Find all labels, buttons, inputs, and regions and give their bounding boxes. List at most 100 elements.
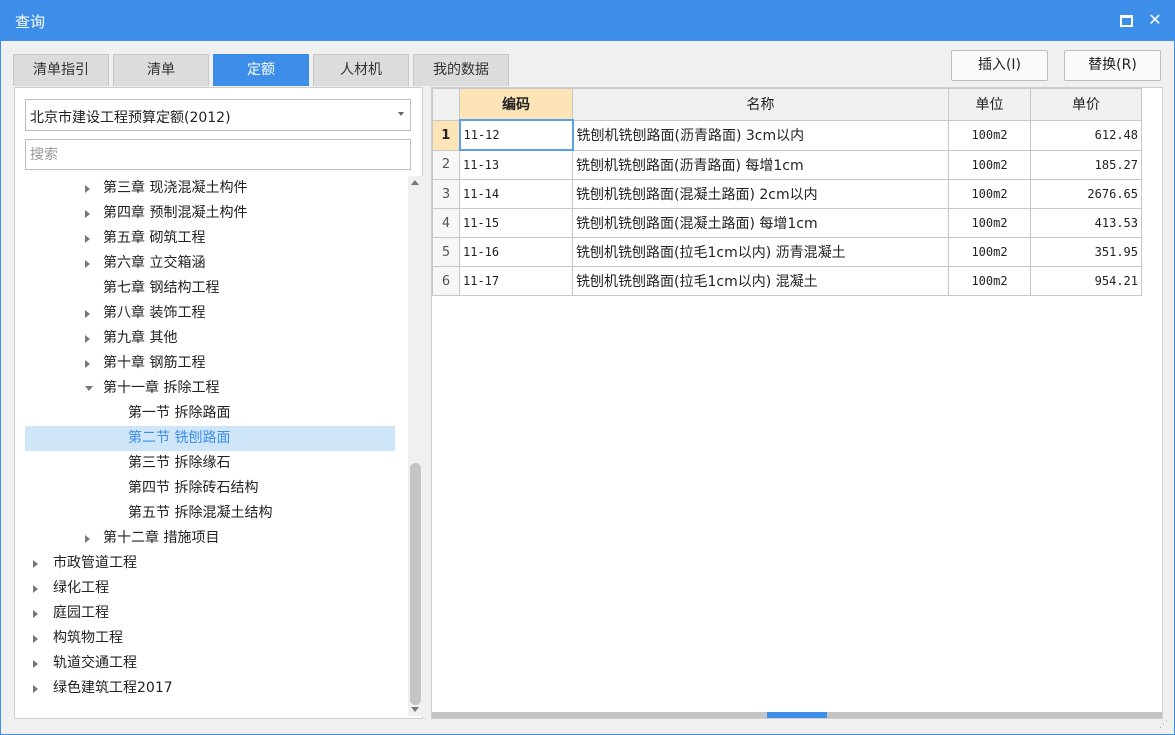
- code-cell[interactable]: 11-12: [458, 119, 574, 151]
- tab-list[interactable]: 清单: [113, 54, 209, 86]
- price-cell[interactable]: 2676.65: [1030, 179, 1142, 209]
- name-cell[interactable]: 铣刨机铣刨路面(混凝土路面) 2cm以内: [572, 179, 949, 209]
- price-cell[interactable]: 351.95: [1030, 237, 1142, 267]
- tree-item[interactable]: 市政管道工程: [25, 551, 395, 576]
- tree-item[interactable]: 绿色建筑工程2017: [25, 676, 395, 701]
- tree-item[interactable]: 轨道交通工程: [25, 651, 395, 676]
- close-button[interactable]: ✕: [1144, 9, 1166, 31]
- search-input[interactable]: [25, 139, 411, 170]
- collapsed-arrow-icon[interactable]: [85, 260, 90, 268]
- insert-button[interactable]: 插入(I): [951, 50, 1048, 81]
- name-cell[interactable]: 铣刨机铣刨路面(沥青路面) 每增1cm: [572, 149, 949, 180]
- table-row[interactable]: 5 11-16 铣刨机铣刨路面(拉毛1cm以内) 沥青混凝土 100m2 351.95: [432, 237, 1142, 267]
- price-cell[interactable]: 185.27: [1030, 149, 1142, 180]
- window-title: 查询: [15, 13, 46, 31]
- row-number-cell[interactable]: 3: [432, 179, 460, 209]
- tree-item[interactable]: 第五章 砌筑工程: [25, 226, 395, 251]
- collapsed-arrow-icon[interactable]: [85, 335, 90, 343]
- tree-item[interactable]: 第四章 预制混凝土构件: [25, 201, 395, 226]
- table-row[interactable]: 4 11-15 铣刨机铣刨路面(混凝土路面) 每增1cm 100m2 413.53: [432, 208, 1142, 238]
- table-row[interactable]: 2 11-13 铣刨机铣刨路面(沥青路面) 每增1cm 100m2 185.27: [432, 149, 1142, 180]
- table-row[interactable]: 6 11-17 铣刨机铣刨路面(拉毛1cm以内) 混凝土 100m2 954.21: [432, 266, 1142, 296]
- quota-grid-panel: 编码 名称 单位 单价 1 11-12 铣刨机铣刨路面(沥青路面) 3cm以内 100…: [431, 87, 1163, 719]
- row-number-cell[interactable]: 5: [432, 237, 460, 267]
- collapsed-arrow-icon[interactable]: [33, 635, 38, 643]
- name-cell[interactable]: 铣刨机铣刨路面(拉毛1cm以内) 沥青混凝土: [572, 237, 949, 267]
- collapsed-arrow-icon[interactable]: [33, 610, 38, 618]
- unit-cell[interactable]: 100m2: [948, 266, 1031, 296]
- code-cell[interactable]: 11-16: [459, 237, 573, 267]
- code-cell[interactable]: 11-15: [459, 208, 573, 238]
- collapsed-arrow-icon[interactable]: [85, 235, 90, 243]
- row-number-cell[interactable]: 1: [432, 119, 460, 151]
- collapsed-arrow-icon[interactable]: [85, 210, 90, 218]
- unit-cell[interactable]: 100m2: [948, 208, 1031, 238]
- unit-cell[interactable]: 100m2: [948, 237, 1031, 267]
- tree-item[interactable]: 庭园工程: [25, 601, 395, 626]
- tree-item[interactable]: 第九章 其他: [25, 326, 395, 351]
- table-row[interactable]: 3 11-14 铣刨机铣刨路面(混凝土路面) 2cm以内 100m2 2676.65: [432, 179, 1142, 209]
- title-bar: 查询 ✕: [1, 1, 1174, 41]
- name-cell[interactable]: 铣刨机铣刨路面(沥青路面) 3cm以内: [572, 119, 949, 151]
- tree-item[interactable]: 第四节 拆除砖石结构: [25, 476, 395, 501]
- tree-item[interactable]: 绿化工程: [25, 576, 395, 601]
- tree-item-label: 第一节 拆除路面: [128, 405, 231, 421]
- tree-item[interactable]: 第一节 拆除路面: [25, 401, 395, 426]
- unit-cell[interactable]: 100m2: [948, 149, 1031, 180]
- column-header-price[interactable]: 单价: [1030, 88, 1142, 121]
- tree-item[interactable]: 第十二章 措施项目: [25, 526, 395, 551]
- table-row[interactable]: 1 11-12 铣刨机铣刨路面(沥青路面) 3cm以内 100m2 612.48: [432, 119, 1142, 151]
- code-cell[interactable]: 11-13: [459, 149, 573, 180]
- price-cell[interactable]: 612.48: [1030, 119, 1142, 151]
- tree-item[interactable]: 第十一章 拆除工程: [25, 376, 395, 401]
- tree-item[interactable]: 第五节 拆除混凝土结构: [25, 501, 395, 526]
- collapsed-arrow-icon[interactable]: [33, 560, 38, 568]
- tree-item[interactable]: 第二节 铣刨路面: [25, 426, 395, 451]
- tree-item[interactable]: 第七章 钢结构工程: [25, 276, 395, 301]
- column-header-code[interactable]: 编码: [459, 88, 573, 121]
- row-number-cell[interactable]: 4: [432, 208, 460, 238]
- tree-item-label: 第四章 预制混凝土构件: [103, 205, 248, 221]
- code-cell[interactable]: 11-14: [459, 179, 573, 209]
- tree-item[interactable]: 构筑物工程: [25, 626, 395, 651]
- scrollbar-thumb[interactable]: [410, 463, 421, 705]
- tab-my-data[interactable]: 我的数据: [413, 54, 509, 86]
- collapsed-arrow-icon[interactable]: [85, 360, 90, 368]
- unit-cell[interactable]: 100m2: [948, 119, 1031, 151]
- collapsed-arrow-icon[interactable]: [85, 310, 90, 318]
- scroll-down-icon[interactable]: [411, 707, 419, 712]
- tree-scrollbar[interactable]: [408, 176, 423, 716]
- scrollbar-thumb[interactable]: [767, 712, 827, 718]
- collapsed-arrow-icon[interactable]: [85, 535, 90, 543]
- tree-item[interactable]: 第三章 现浇混凝土构件: [25, 176, 395, 201]
- tree-item[interactable]: 第三节 拆除缘石: [25, 451, 395, 476]
- name-cell[interactable]: 铣刨机铣刨路面(混凝土路面) 每增1cm: [572, 208, 949, 238]
- column-header-name[interactable]: 名称: [572, 88, 949, 121]
- expanded-arrow-icon[interactable]: [85, 386, 93, 391]
- tree-item[interactable]: 第八章 装饰工程: [25, 301, 395, 326]
- price-cell[interactable]: 413.53: [1030, 208, 1142, 238]
- price-cell[interactable]: 954.21: [1030, 266, 1142, 296]
- row-number-cell[interactable]: 6: [432, 266, 460, 296]
- tab-quota[interactable]: 定额: [213, 54, 309, 86]
- tab-labor-material-machine[interactable]: 人材机: [313, 54, 409, 86]
- unit-cell[interactable]: 100m2: [948, 179, 1031, 209]
- resize-grip-icon[interactable]: ⋰: [1159, 720, 1171, 732]
- scroll-up-icon[interactable]: [411, 180, 419, 185]
- tree-item[interactable]: 第十章 钢筋工程: [25, 351, 395, 376]
- name-cell[interactable]: 铣刨机铣刨路面(拉毛1cm以内) 混凝土: [572, 266, 949, 296]
- library-select[interactable]: 北京市建设工程预算定额(2012): [25, 99, 411, 131]
- collapsed-arrow-icon[interactable]: [33, 660, 38, 668]
- grid-horizontal-scrollbar[interactable]: [432, 712, 1162, 718]
- row-number-cell[interactable]: 2: [432, 149, 460, 180]
- replace-button[interactable]: 替换(R): [1064, 50, 1161, 81]
- code-cell[interactable]: 11-17: [459, 266, 573, 296]
- collapsed-arrow-icon[interactable]: [33, 585, 38, 593]
- tree-item-label: 第二节 铣刨路面: [128, 430, 231, 446]
- collapsed-arrow-icon[interactable]: [33, 685, 38, 693]
- tab-list-guide[interactable]: 清单指引: [13, 54, 109, 86]
- column-header-unit[interactable]: 单位: [948, 88, 1031, 121]
- maximize-button[interactable]: [1115, 9, 1137, 31]
- tree-item[interactable]: 第六章 立交箱涵: [25, 251, 395, 276]
- collapsed-arrow-icon[interactable]: [85, 185, 90, 193]
